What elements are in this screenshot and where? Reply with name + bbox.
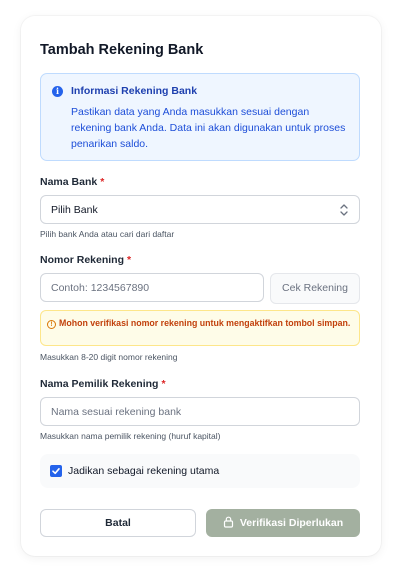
required-mark: * [100,176,105,188]
bank-select[interactable]: Pilih Bank [40,195,360,224]
check-icon [52,468,60,475]
chevron-up-down-icon [340,204,348,216]
bank-label: Nama Bank * [40,176,104,188]
dialog-title: Tambah Rekening Bank [40,42,204,58]
warning-text: Mohon verifikasi nomor rekening untuk me… [59,318,351,328]
primary-account-option[interactable]: Jadikan sebagai rekening utama [40,454,360,488]
primary-account-label: Jadikan sebagai rekening utama [68,465,220,477]
info-panel: i Informasi Rekening Bank Pastikan data … [40,73,360,161]
verification-warning: ! Mohon verifikasi nomor rekening untuk … [40,310,360,346]
bank-select-value: Pilih Bank [51,204,98,216]
info-title: Informasi Rekening Bank [71,85,198,97]
required-mark: * [127,254,132,266]
lock-icon [223,516,233,528]
owner-name-input[interactable] [40,397,360,426]
bank-label-text: Nama Bank [40,176,98,188]
owner-label: Nama Pemilik Rekening * [40,378,166,390]
info-text: Pastikan data yang Anda masukkan sesuai … [71,106,346,150]
required-mark: * [161,378,166,390]
owner-label-text: Nama Pemilik Rekening [40,378,159,390]
owner-hint: Masukkan nama pemilik rekening (huruf ka… [40,431,221,441]
add-bank-account-dialog: Tambah Rekening Bank i Informasi Rekenin… [21,16,381,556]
verify-button-label: Verifikasi Diperlukan [239,517,344,529]
account-number-input[interactable] [40,273,264,302]
account-number-label-text: Nomor Rekening [40,254,125,266]
cancel-button[interactable]: Batal [40,509,196,537]
account-number-label: Nomor Rekening * [40,254,131,266]
info-icon: i [52,86,63,97]
account-number-hint: Masukkan 8-20 digit nomor rekening [40,352,178,362]
check-account-button[interactable]: Cek Rekening [270,273,360,304]
verify-button[interactable]: Verifikasi Diperlukan [206,509,360,537]
bank-hint: Pilih bank Anda atau cari dari daftar [40,229,175,239]
warning-icon: ! [47,320,56,329]
primary-account-checkbox[interactable] [50,465,62,477]
